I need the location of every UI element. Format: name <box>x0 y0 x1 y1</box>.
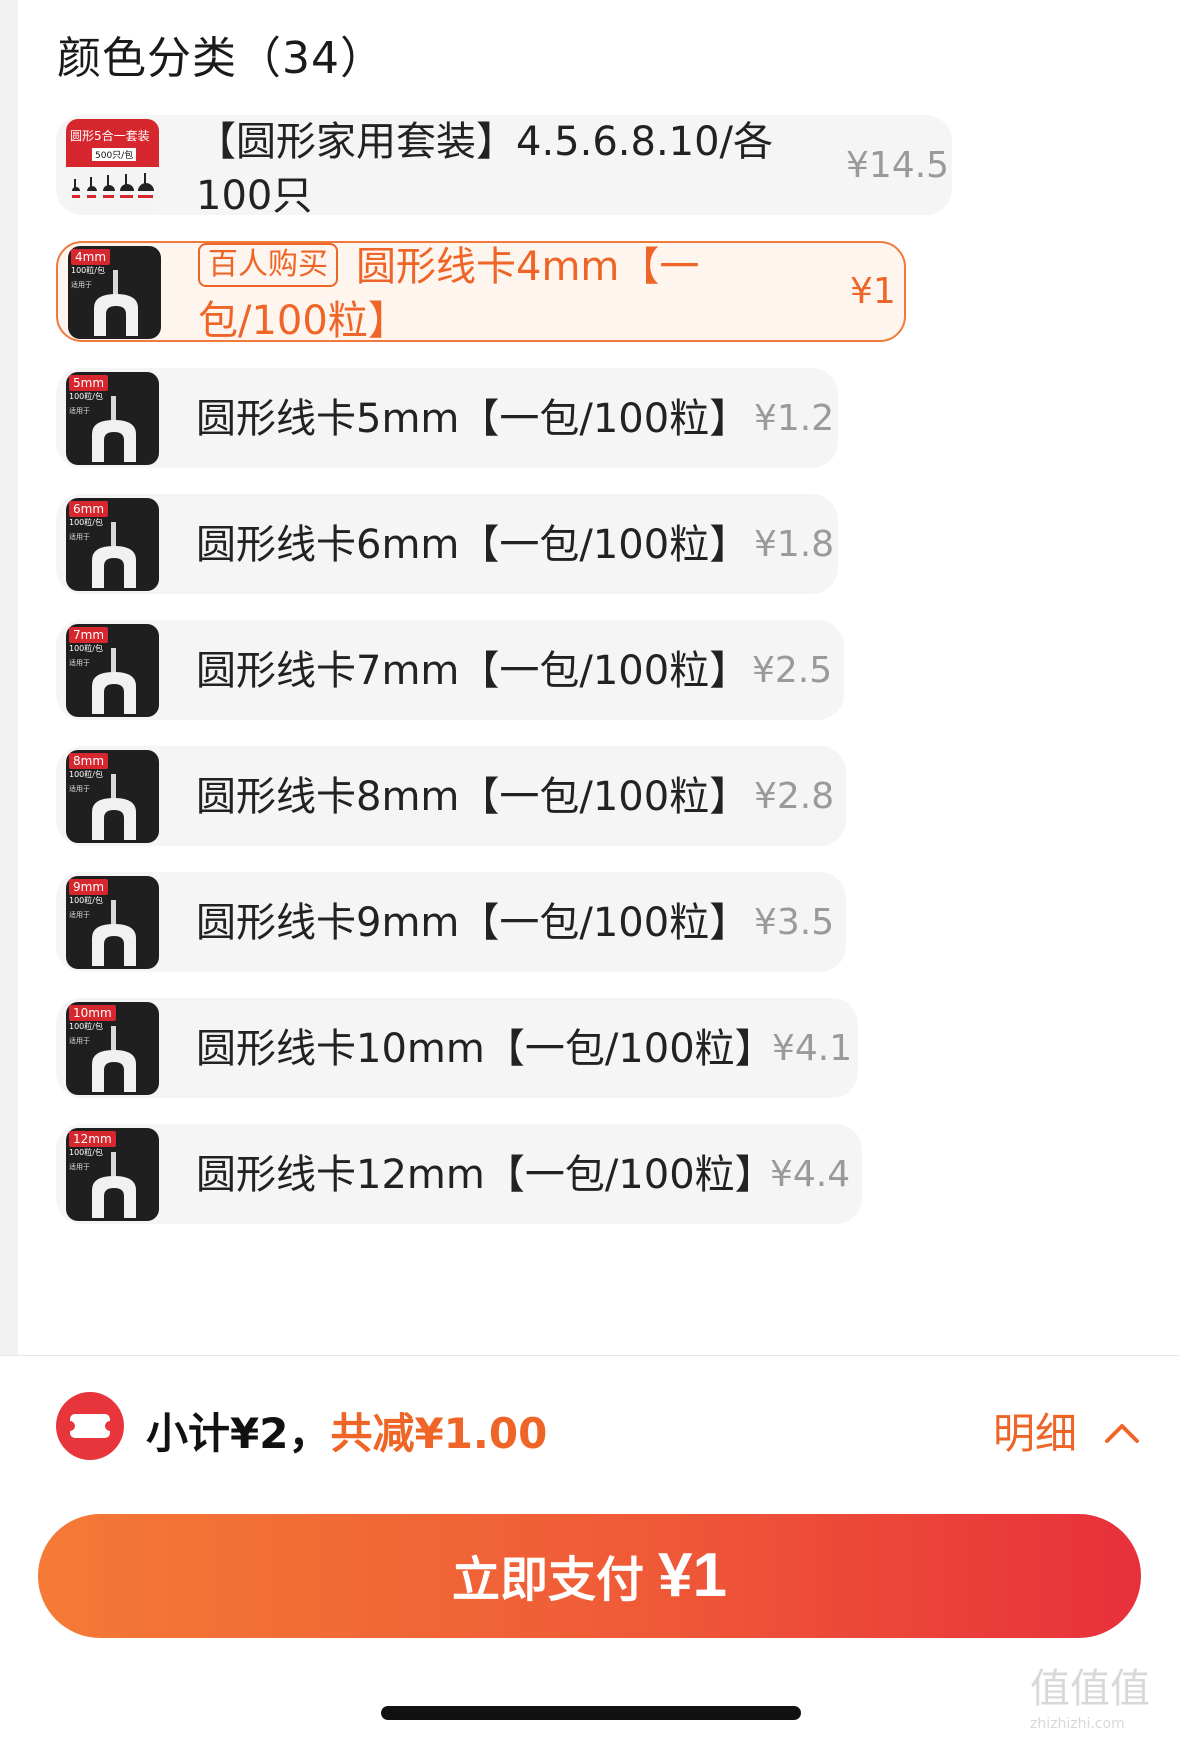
detail-label: 明细 <box>993 1409 1078 1458</box>
sku-thumbnail: 5mm 100粒/包 适用于 <box>66 372 159 465</box>
cable-clip-icon <box>94 270 138 336</box>
sku-name: 圆形线卡8mm【一包/100粒】 <box>196 774 750 820</box>
subtotal-text: 小计¥2，共减¥1.00 <box>146 1400 547 1461</box>
sku-thumbnail: 圆形5合一套装 500只/包 <box>66 119 159 212</box>
sku-option[interactable]: 10mm 100粒/包 适用于 圆形线卡10mm【一包/100粒】 ¥4.1 <box>56 998 858 1098</box>
sku-option[interactable]: 8mm 100粒/包 适用于 圆形线卡8mm【一包/100粒】 ¥2.8 <box>56 746 846 846</box>
thumbnail-tag: 4mm <box>71 249 111 265</box>
sku-name: 圆形线卡7mm【一包/100粒】 <box>196 648 750 694</box>
sku-price: ¥3.5 <box>754 902 835 943</box>
coupon-icon <box>56 1392 124 1460</box>
sku-name: 圆形线卡6mm【一包/100粒】 <box>196 522 750 568</box>
sku-thumbnail: 6mm 100粒/包 适用于 <box>66 498 159 591</box>
sku-thumbnail: 10mm 100粒/包 适用于 <box>66 1002 159 1095</box>
chevron-up-icon <box>1105 1424 1140 1443</box>
sku-name-row: 百人购买 圆形线卡4mm【一包/100粒】 <box>198 240 818 348</box>
thumbnail-tag: 8mm <box>69 753 109 769</box>
thumbnail-tag: 12mm <box>69 1131 116 1147</box>
sku-price: ¥4.1 <box>772 1028 853 1069</box>
cable-clip-icon <box>92 1152 136 1218</box>
sku-price: ¥1.2 <box>754 398 835 439</box>
sku-name: 圆形线卡12mm【一包/100粒】 <box>196 1152 775 1198</box>
sku-name: 圆形线卡5mm【一包/100粒】 <box>196 396 750 442</box>
pay-amount: ¥1 <box>658 1541 727 1610</box>
cable-clip-icon <box>92 648 136 714</box>
thumbnail-tag: 6mm <box>69 501 109 517</box>
checkout-summary: 小计¥2，共减¥1.00 明细 立即支付 ¥1 值值值 zhizhizhi.com <box>0 1356 1179 1741</box>
thumbnail-tag: 10mm <box>69 1005 116 1021</box>
sku-thumbnail: 9mm 100粒/包 适用于 <box>66 876 159 969</box>
sku-name: 圆形线卡10mm【一包/100粒】 <box>196 1026 775 1072</box>
watermark-logo: 值值值 <box>1030 1666 1150 1712</box>
sku-option[interactable]: 9mm 100粒/包 适用于 圆形线卡9mm【一包/100粒】 ¥3.5 <box>56 872 846 972</box>
sku-thumbnail: 7mm 100粒/包 适用于 <box>66 624 159 717</box>
sku-price: ¥1.8 <box>754 524 835 565</box>
sku-option[interactable]: 12mm 100粒/包 适用于 圆形线卡12mm【一包/100粒】 ¥4.4 <box>56 1124 862 1224</box>
sku-thumbnail: 4mm 100粒/包 适用于 <box>68 246 161 339</box>
cable-clip-icon <box>92 1026 136 1092</box>
thumbnail-tag: 圆形5合一套装 <box>70 129 150 143</box>
sku-option[interactable]: 7mm 100粒/包 适用于 圆形线卡7mm【一包/100粒】 ¥2.5 <box>56 620 844 720</box>
pay-now-button[interactable]: 立即支付 ¥1 <box>38 1514 1141 1638</box>
cable-clip-icon <box>92 774 136 840</box>
sku-option[interactable]: 5mm 100粒/包 适用于 圆形线卡5mm【一包/100粒】 ¥1.2 <box>56 368 838 468</box>
thumbnail-tag: 5mm <box>69 375 109 391</box>
sku-option-set[interactable]: 圆形5合一套装 500只/包 【圆形家用套装】4.5.6.8.10/各100只 … <box>56 115 952 219</box>
sku-option[interactable]: 6mm 100粒/包 适用于 圆形线卡6mm【一包/100粒】 ¥1.8 <box>56 494 838 594</box>
sku-thumbnail: 8mm 100粒/包 适用于 <box>66 750 159 843</box>
cable-clip-icon <box>92 522 136 588</box>
sku-list[interactable]: 圆形5合一套装 500只/包 【圆形家用套装】4.5.6.8.10/各100只 … <box>0 0 1179 1355</box>
sku-price: ¥1 <box>850 271 896 312</box>
discount-amount: 共减¥1.00 <box>330 1409 548 1458</box>
thumbnail-tag: 7mm <box>69 627 109 643</box>
sku-name: 圆形线卡9mm【一包/100粒】 <box>196 900 750 946</box>
sku-option-selected[interactable]: 4mm 100粒/包 适用于 百人购买 圆形线卡4mm【一包/100粒】 ¥1 <box>56 241 906 344</box>
thumbnail-subtag: 500只/包 <box>92 148 137 161</box>
sku-price: ¥2.5 <box>752 650 833 691</box>
sku-price: ¥4.4 <box>770 1154 851 1195</box>
cable-clip-icon <box>92 396 136 462</box>
sku-price: ¥14.5 <box>846 145 950 186</box>
popularity-badge: 百人购买 <box>198 243 338 287</box>
pay-label: 立即支付 <box>452 1554 645 1607</box>
watermark-url: zhizhizhi.com <box>1030 1716 1125 1732</box>
sku-price: ¥2.8 <box>754 776 835 817</box>
cable-clip-icon <box>92 900 136 966</box>
clip-set-icon <box>72 173 154 198</box>
thumbnail-tag: 9mm <box>69 879 109 895</box>
home-indicator[interactable] <box>381 1706 801 1720</box>
detail-toggle[interactable]: 明细 <box>993 1400 1140 1461</box>
sku-thumbnail: 12mm 100粒/包 适用于 <box>66 1128 159 1221</box>
subtotal-amount: 小计¥2， <box>146 1409 331 1458</box>
sku-name: 【圆形家用套装】4.5.6.8.10/各100只 <box>196 119 774 219</box>
